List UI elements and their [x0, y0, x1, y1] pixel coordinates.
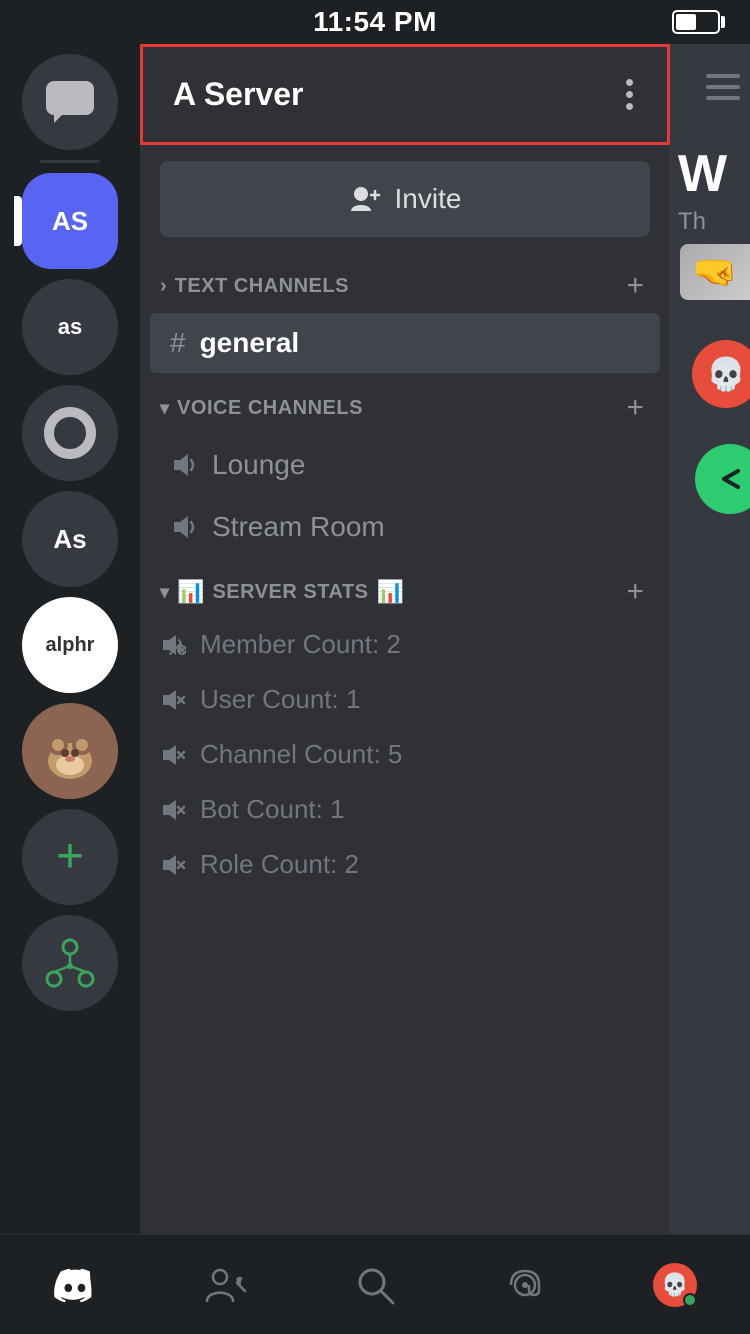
server-more-options[interactable]: [622, 75, 637, 114]
stats-item-member-count[interactable]: Member Count: 2: [140, 617, 670, 672]
voice-icon-stream: [170, 513, 198, 541]
server-stats-chevron: ▾: [160, 582, 169, 603]
channel-panel: A Server Invite › TEXT CHANN: [140, 44, 670, 1234]
status-time: 11:54 PM: [313, 6, 437, 38]
sidebar-item-discovery[interactable]: [22, 915, 118, 1011]
channel-item-lounge[interactable]: Lounge: [150, 435, 660, 495]
battery-fill: [676, 14, 696, 30]
sidebar-item-circle[interactable]: [22, 385, 118, 481]
text-channels-section: › TEXT CHANNELS + # general: [140, 261, 670, 375]
server-stats-title-wrap: ▾ 📊 SERVER STATS 📊: [160, 579, 404, 605]
stats-emoji-left: 📊: [177, 579, 204, 605]
stats-item-user-count[interactable]: User Count: 1: [140, 672, 670, 727]
channel-item-general[interactable]: # general: [150, 313, 660, 373]
server-stats-title: SERVER STATS: [212, 581, 368, 604]
nav-item-mentions[interactable]: [483, 1253, 567, 1317]
text-channels-title: TEXT CHANNELS: [175, 275, 349, 298]
stats-item-bot-count[interactable]: Bot Count: 1: [140, 782, 670, 837]
channel-count-label: Channel Count: 5: [200, 739, 402, 770]
status-battery: [672, 10, 720, 34]
voice-channels-add[interactable]: +: [620, 393, 650, 423]
server-stats-section: ▾ 📊 SERVER STATS 📊 + Member Count: 2: [140, 567, 670, 892]
user-count-label: User Count: 1: [200, 684, 360, 715]
text-channels-add[interactable]: +: [620, 271, 650, 301]
chevron-icon: [710, 459, 750, 499]
right-heading: W: [670, 144, 750, 204]
right-green-circle: [695, 444, 750, 514]
sidebar-item-as-dark[interactable]: as: [22, 279, 118, 375]
text-channels-title-wrap: › TEXT CHANNELS: [160, 275, 349, 298]
app-container: AS as As alphr: [0, 44, 750, 1234]
invite-icon: [349, 185, 381, 213]
right-content: W Th: [670, 144, 750, 236]
sidebar-item-messages[interactable]: [22, 54, 118, 150]
sidebar-item-as-server[interactable]: AS: [22, 173, 118, 269]
server-stats-add[interactable]: +: [620, 577, 650, 607]
text-channels-chevron: ›: [160, 275, 167, 298]
alphr-label: alphr: [46, 634, 95, 657]
friends-nav-icon: [203, 1263, 247, 1307]
right-decoration-box: 🤜: [680, 244, 750, 300]
discovery-icon: [42, 935, 98, 991]
voice-channels-section: ▾ VOICE CHANNELS + Lounge: [140, 383, 670, 559]
server-name: A Server: [173, 76, 303, 113]
stats-voice-muted-icon-4: [160, 797, 186, 823]
lounge-channel-name: Lounge: [212, 449, 305, 481]
invite-button-label: Invite: [395, 183, 462, 215]
voice-channels-title-wrap: ▾ VOICE CHANNELS: [160, 397, 363, 420]
as-dark-label: as: [58, 314, 82, 340]
nav-item-friends[interactable]: [183, 1253, 267, 1317]
nav-item-search[interactable]: [333, 1253, 417, 1317]
nav-item-discord[interactable]: [33, 1253, 117, 1317]
voice-icon-lounge: [170, 451, 198, 479]
role-count-label: Role Count: 2: [200, 849, 359, 880]
as-server-label: As: [53, 524, 86, 555]
general-channel-name: general: [200, 327, 300, 359]
server-active-indicator: [14, 196, 22, 246]
profile-avatar: 💀: [653, 1263, 697, 1307]
mentions-nav-icon: [503, 1263, 547, 1307]
bot-count-label: Bot Count: 1: [200, 794, 345, 825]
server-header[interactable]: A Server: [140, 44, 670, 145]
stream-room-channel-name: Stream Room: [212, 511, 385, 543]
status-bar: 11:54 PM: [0, 0, 750, 44]
stats-voice-muted-icon-2: [160, 687, 186, 713]
channel-item-stream-room[interactable]: Stream Room: [150, 497, 660, 557]
search-nav-icon: [353, 1263, 397, 1307]
plus-icon: +: [56, 833, 84, 881]
nav-item-profile[interactable]: 💀: [633, 1253, 717, 1317]
divider: [40, 160, 100, 163]
as-blue-label: AS: [52, 206, 88, 237]
stats-voice-muted-icon-5: [160, 852, 186, 878]
invite-button[interactable]: Invite: [160, 161, 650, 237]
bottom-navigation: 💀: [0, 1234, 750, 1334]
stats-item-channel-count[interactable]: Channel Count: 5: [140, 727, 670, 782]
animal-icon: [22, 703, 118, 799]
discord-nav-icon: [53, 1263, 97, 1307]
stats-item-role-count[interactable]: Role Count: 2: [140, 837, 670, 892]
sidebar-item-as[interactable]: As: [22, 491, 118, 587]
hash-icon: #: [170, 327, 186, 359]
server-list: AS as As alphr: [0, 44, 140, 1234]
ring-icon: [44, 407, 96, 459]
stats-voice-muted-icon-1: [160, 632, 186, 658]
online-indicator: [683, 1293, 697, 1307]
right-subtext: Th: [670, 208, 750, 236]
voice-channels-header[interactable]: ▾ VOICE CHANNELS +: [140, 383, 670, 433]
right-panel-peek: W Th 🤜 💀: [670, 44, 750, 1234]
stats-emoji-right: 📊: [376, 579, 403, 605]
voice-channels-title: VOICE CHANNELS: [177, 397, 363, 420]
hamburger-menu[interactable]: [706, 74, 740, 100]
stats-voice-muted-icon-3: [160, 742, 186, 768]
member-count-label: Member Count: 2: [200, 629, 401, 660]
sidebar-item-alphr[interactable]: alphr: [22, 597, 118, 693]
chat-bubble-icon: [46, 81, 94, 123]
text-channels-header[interactable]: › TEXT CHANNELS +: [140, 261, 670, 311]
right-red-circle: 💀: [692, 340, 750, 408]
sidebar-item-add-server[interactable]: +: [22, 809, 118, 905]
voice-channels-chevron: ▾: [160, 398, 169, 419]
sidebar-item-animal[interactable]: [22, 703, 118, 799]
server-stats-header[interactable]: ▾ 📊 SERVER STATS 📊 +: [140, 567, 670, 617]
